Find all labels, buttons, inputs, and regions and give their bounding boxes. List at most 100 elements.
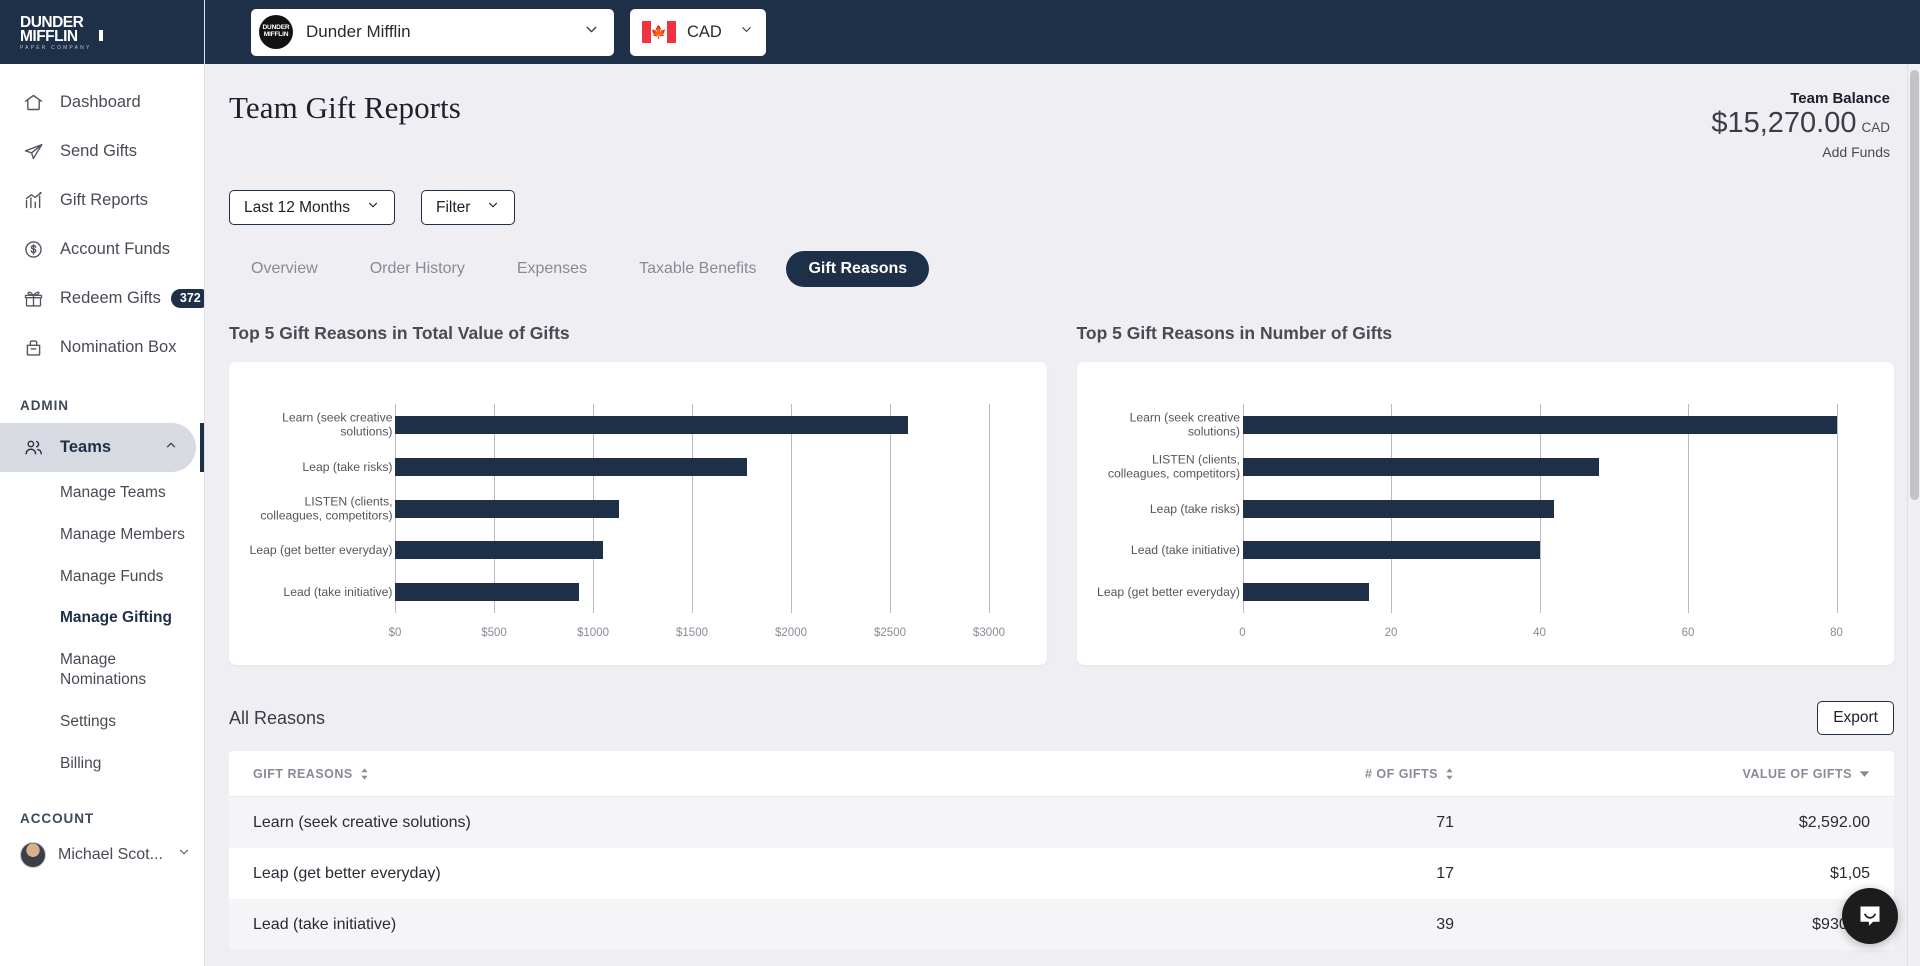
brand-logo[interactable]: DUNDER MIFFLIN PAPER COMPANY [0,0,204,64]
cell-value: $2,592.00 [1564,814,1894,832]
chat-bubble-icon[interactable] [1842,888,1898,944]
sidebar-item-dashboard[interactable]: Dashboard [0,78,204,127]
currency-selector[interactable]: CAD [630,9,766,56]
top-bar: DUNDER MIFFLIN Dunder Mifflin CAD [205,0,1920,64]
sidebar-item-label: Redeem Gifts [60,289,161,308]
filter-dropdown[interactable]: Filter [421,190,515,225]
page-scrollbar[interactable] [1907,64,1920,966]
scrollbar-thumb[interactable] [1910,70,1919,500]
sidebar-item-manage-members[interactable]: Manage Members [0,514,204,556]
paper-plane-icon [20,139,46,165]
chart-axis-tick: $1000 [577,627,609,639]
chart-bar[interactable] [395,458,747,476]
sidebar-item-label: Dashboard [60,93,141,112]
sidebar-item-label: Teams [60,438,111,457]
org-logo-icon: DUNDER MIFFLIN [259,15,293,49]
column-header-num-gifts[interactable]: # OF GIFTS [1264,767,1564,781]
sidebar-item-manage-nominations[interactable]: Manage Nominations [0,639,110,701]
chart-axis-tick: $1500 [676,627,708,639]
sidebar-item-label: Send Gifts [60,142,137,161]
sort-both-icon [360,768,369,780]
chart-title-count: Top 5 Gift Reasons in Number of Gifts [1077,323,1895,344]
sidebar-item-teams[interactable]: Teams [0,423,196,472]
tab-gift-reasons[interactable]: Gift Reasons [786,251,929,287]
chart-axis-tick: 0 [1239,627,1245,639]
chart-count-column: Top 5 Gift Reasons in Number of Gifts Le… [1077,323,1895,665]
sidebar-item-label: Nomination Box [60,338,176,357]
sidebar-item-manage-teams[interactable]: Manage Teams [0,472,204,514]
sidebar-item-billing[interactable]: Billing [0,743,204,785]
sidebar-item-settings[interactable]: Settings [0,701,204,743]
tab-taxable-benefits[interactable]: Taxable Benefits [617,251,778,287]
sidebar-item-manage-gifting[interactable]: Manage Gifting [0,597,204,639]
org-selector[interactable]: DUNDER MIFFLIN Dunder Mifflin [251,9,614,56]
box-icon [20,335,46,361]
sidebar-item-account-funds[interactable]: Account Funds [0,225,204,274]
table-header-row: GIFT REASONS # OF GIFTS VALUE OF GIFTS [229,751,1894,797]
chart-axis-tick: 20 [1385,627,1398,639]
chart-bar[interactable] [395,541,603,559]
sort-both-icon [1445,768,1454,780]
add-funds-link[interactable]: Add Funds [1711,144,1890,160]
table-row[interactable]: Lead (take initiative) 39 $930.00 [229,899,1894,950]
chart-bar[interactable] [395,416,908,434]
report-tabs: Overview Order History Expenses Taxable … [229,251,1894,287]
sidebar-item-gift-reports[interactable]: Gift Reports [0,176,204,225]
team-balance-amount: $15,270.00 [1711,107,1856,139]
dunder-mifflin-wordmark-icon: DUNDER MIFFLIN PAPER COMPANY [20,12,112,52]
team-balance-currency: CAD [1861,120,1890,135]
chart-category-label: Lead (take initiative) [1088,543,1240,557]
chevron-down-icon [366,198,380,217]
column-header-gift-reasons[interactable]: GIFT REASONS [229,767,1264,781]
chart-bar[interactable] [395,583,579,601]
chart-card-value: Learn (seek creative solutions)Leap (tak… [229,362,1047,665]
table-row[interactable]: Leap (get better everyday) 17 $1,05 [229,848,1894,899]
cell-reason: Learn (seek creative solutions) [229,814,1264,832]
chart-gridline [989,404,990,613]
team-balance-row: $15,270.00 CAD [1711,107,1890,140]
org-name: Dunder Mifflin [306,22,411,42]
chevron-up-icon [164,438,178,457]
chart-card-count: Learn (seek creative solutions)LISTEN (c… [1077,362,1895,665]
sidebar: DUNDER MIFFLIN PAPER COMPANY Dashboard S… [0,0,205,966]
cell-reason: Lead (take initiative) [229,916,1264,934]
account-menu[interactable]: Michael Scot... [0,836,204,894]
sidebar-item-redeem-gifts[interactable]: Redeem Gifts 372 [0,274,204,323]
chart-value-column: Top 5 Gift Reasons in Total Value of Gif… [229,323,1047,665]
tab-overview[interactable]: Overview [229,251,340,287]
chart-bar[interactable] [1243,583,1369,601]
chart-axis-tick: 80 [1830,627,1843,639]
cell-value: $1,05 [1564,865,1894,883]
chart-gridline [890,404,891,613]
chart-category-label: Leap (get better everyday) [1088,585,1240,599]
chart-bar[interactable] [395,500,619,518]
chart-bar[interactable] [1243,541,1540,559]
column-header-value-gifts[interactable]: VALUE OF GIFTS [1564,767,1894,781]
table-row[interactable]: Learn (seek creative solutions) 71 $2,59… [229,797,1894,848]
chart-gridline [1688,404,1689,613]
chart-bar[interactable] [1243,458,1599,476]
sidebar-item-nomination-box[interactable]: Nomination Box [0,323,204,372]
chart-axis-tick: 40 [1533,627,1546,639]
sidebar-item-send-gifts[interactable]: Send Gifts [0,127,204,176]
tab-order-history[interactable]: Order History [348,251,487,287]
chevron-down-icon [177,845,191,864]
column-label: VALUE OF GIFTS [1742,767,1852,781]
chart-gridline [791,404,792,613]
column-label: # OF GIFTS [1365,767,1438,781]
tab-expenses[interactable]: Expenses [495,251,609,287]
chart-title-value: Top 5 Gift Reasons in Total Value of Gif… [229,323,1047,344]
column-label: GIFT REASONS [253,767,353,781]
sort-desc-icon [1859,770,1870,778]
date-range-label: Last 12 Months [244,199,350,217]
sidebar-item-manage-funds[interactable]: Manage Funds [0,556,204,598]
canada-flag-icon [642,21,676,43]
chart-bar[interactable] [1243,416,1837,434]
date-range-dropdown[interactable]: Last 12 Months [229,190,395,225]
app-root: DUNDER MIFFLIN PAPER COMPANY Dashboard S… [0,0,1920,966]
chart-bar[interactable] [1243,500,1555,518]
chart-axis-tick: $0 [389,627,402,639]
chart-category-label: Lead (take initiative) [241,585,393,599]
chart-category-label: Leap (take risks) [241,459,393,473]
export-button[interactable]: Export [1817,701,1894,735]
